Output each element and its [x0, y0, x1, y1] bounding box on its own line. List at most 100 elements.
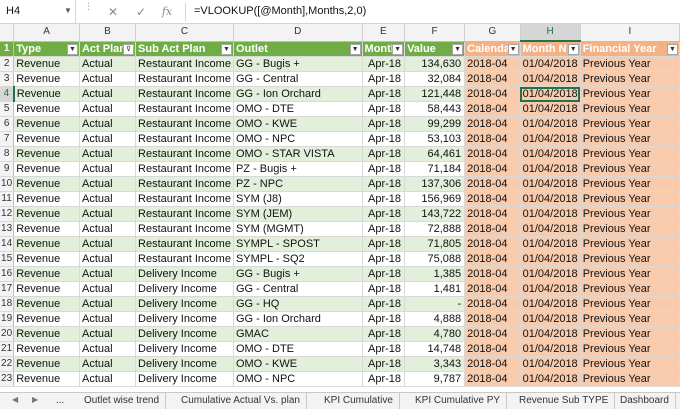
row-number[interactable]: 2: [0, 56, 15, 72]
cell-month[interactable]: Apr-18: [362, 101, 406, 117]
cell-type[interactable]: Revenue: [13, 311, 80, 327]
cell-calendar[interactable]: 2018-04: [464, 281, 521, 297]
cell-type[interactable]: Revenue: [13, 221, 80, 237]
cell-act-plan[interactable]: Actual: [79, 281, 137, 297]
column-header-c[interactable]: C: [135, 24, 234, 42]
cell-month[interactable]: Apr-18: [362, 191, 406, 207]
cell-outlet[interactable]: GG - Central: [233, 71, 363, 87]
cell-fin-year[interactable]: Previous Year: [580, 236, 680, 252]
cell-sub-act-plan[interactable]: Restaurant Income: [135, 71, 234, 87]
cell-month[interactable]: Apr-18: [362, 371, 406, 387]
cell-calendar[interactable]: 2018-04: [464, 206, 521, 222]
cell-act-plan[interactable]: Actual: [79, 296, 137, 312]
cell-month[interactable]: Apr-18: [362, 311, 406, 327]
cell-sub-act-plan[interactable]: Restaurant Income: [135, 176, 234, 192]
cell-calendar[interactable]: 2018-04: [464, 191, 521, 207]
cell-month-n[interactable]: 01/04/2018: [520, 191, 581, 207]
cell-value[interactable]: 9,787: [404, 371, 466, 387]
cell-calendar[interactable]: 2018-04: [464, 116, 521, 132]
sheet-tab[interactable]: KPI Cumulative: [318, 393, 400, 409]
cell-month[interactable]: Apr-18: [362, 56, 406, 72]
cell-fin-year[interactable]: Previous Year: [580, 311, 680, 327]
sheet-tab[interactable]: Cumulative Actual Vs. plan: [175, 393, 307, 409]
cell-outlet[interactable]: OMO - KWE: [233, 116, 363, 132]
cell-type[interactable]: Revenue: [13, 236, 80, 252]
cell-fin-year[interactable]: Previous Year: [580, 146, 680, 162]
cell-month[interactable]: Apr-18: [362, 221, 406, 237]
cell-type[interactable]: Revenue: [13, 71, 80, 87]
filter-dropdown-icon[interactable]: ▼: [349, 43, 361, 55]
column-header-h[interactable]: H: [520, 24, 581, 42]
table-header-cell[interactable]: Calendar ▼: [464, 41, 521, 57]
cell-outlet[interactable]: OMO - STAR VISTA: [233, 146, 363, 162]
cell-fin-year[interactable]: Previous Year: [580, 356, 680, 372]
cell-act-plan[interactable]: Actual: [79, 101, 137, 117]
cell-value[interactable]: 156,969: [404, 191, 466, 207]
cell-month[interactable]: Apr-18: [362, 176, 406, 192]
cell-calendar[interactable]: 2018-04: [464, 266, 521, 282]
cell-fin-year[interactable]: Previous Year: [580, 161, 680, 177]
filter-dropdown-icon[interactable]: ▼: [567, 44, 579, 55]
cell-type[interactable]: Revenue: [13, 371, 80, 387]
cell-sub-act-plan[interactable]: Restaurant Income: [135, 56, 234, 72]
cell-value[interactable]: 71,805: [404, 236, 466, 252]
cell-act-plan[interactable]: Actual: [79, 71, 137, 87]
cell-calendar[interactable]: 2018-04: [464, 221, 521, 237]
cell-act-plan[interactable]: Actual: [79, 311, 137, 327]
cell-month[interactable]: Apr-18: [362, 146, 406, 162]
cell-value[interactable]: 121,448: [404, 86, 466, 102]
cell-month[interactable]: Apr-18: [362, 266, 406, 282]
cell-outlet[interactable]: OMO - DTE: [233, 341, 363, 357]
cell-act-plan[interactable]: Actual: [79, 161, 137, 177]
cell-month[interactable]: Apr-18: [362, 116, 406, 132]
row-number[interactable]: 12: [0, 206, 15, 222]
row-number[interactable]: 21: [0, 341, 15, 357]
cell-outlet[interactable]: SYMPL - SQ2: [233, 251, 363, 267]
cell-sub-act-plan[interactable]: Delivery Income: [135, 326, 234, 342]
cell-month-n[interactable]: 01/04/2018: [520, 266, 581, 282]
column-header-e[interactable]: E: [362, 24, 406, 42]
row-number[interactable]: 3: [0, 71, 15, 87]
cell-act-plan[interactable]: Actual: [79, 191, 137, 207]
cell-fin-year[interactable]: Previous Year: [580, 371, 680, 387]
cell-act-plan[interactable]: Actual: [79, 326, 137, 342]
cell-fin-year[interactable]: Previous Year: [580, 101, 680, 117]
cell-calendar[interactable]: 2018-04: [464, 101, 521, 117]
cell-type[interactable]: Revenue: [13, 86, 80, 102]
cell-month[interactable]: Apr-18: [362, 206, 406, 222]
cell-month[interactable]: Apr-18: [362, 86, 406, 102]
cell-month[interactable]: Apr-18: [362, 326, 406, 342]
cell-month-n[interactable]: 01/04/2018: [520, 56, 581, 72]
cell-outlet[interactable]: GG - HQ: [233, 296, 363, 312]
row-number[interactable]: 9: [0, 161, 15, 177]
cell-outlet[interactable]: GG - Ion Orchard: [233, 86, 363, 102]
cell-calendar[interactable]: 2018-04: [464, 161, 521, 177]
table-header-cell[interactable]: Outlet ▼: [233, 41, 363, 57]
cell-month[interactable]: Apr-18: [362, 71, 406, 87]
row-number[interactable]: 22: [0, 356, 15, 372]
cell-month-n[interactable]: 01/04/2018: [520, 86, 581, 102]
column-header-d[interactable]: D: [233, 24, 363, 42]
cell-value[interactable]: 137,306: [404, 176, 466, 192]
cell-sub-act-plan[interactable]: Restaurant Income: [135, 161, 234, 177]
cell-type[interactable]: Revenue: [13, 281, 80, 297]
cell-month-n[interactable]: 01/04/2018: [520, 131, 581, 147]
sheet-tab[interactable]: Dashboard: [614, 393, 676, 409]
name-box-dropdown-icon[interactable]: ▼: [64, 6, 72, 15]
cell-month[interactable]: Apr-18: [362, 251, 406, 267]
cell-act-plan[interactable]: Actual: [79, 176, 137, 192]
cell-sub-act-plan[interactable]: Restaurant Income: [135, 251, 234, 267]
cell-type[interactable]: Revenue: [13, 326, 80, 342]
cell-act-plan[interactable]: Actual: [79, 236, 137, 252]
cell-sub-act-plan[interactable]: Restaurant Income: [135, 221, 234, 237]
cell-value[interactable]: -: [404, 296, 466, 312]
cell-month-n[interactable]: 01/04/2018: [520, 116, 581, 132]
row-number[interactable]: 20: [0, 326, 15, 342]
cell-value[interactable]: 71,184: [404, 161, 466, 177]
scroll-tabs-right-icon[interactable]: ▶: [32, 395, 38, 404]
column-header-f[interactable]: F: [404, 24, 466, 42]
cell-act-plan[interactable]: Actual: [79, 146, 137, 162]
cell-calendar[interactable]: 2018-04: [464, 71, 521, 87]
cell-type[interactable]: Revenue: [13, 161, 80, 177]
cell-act-plan[interactable]: Actual: [79, 206, 137, 222]
